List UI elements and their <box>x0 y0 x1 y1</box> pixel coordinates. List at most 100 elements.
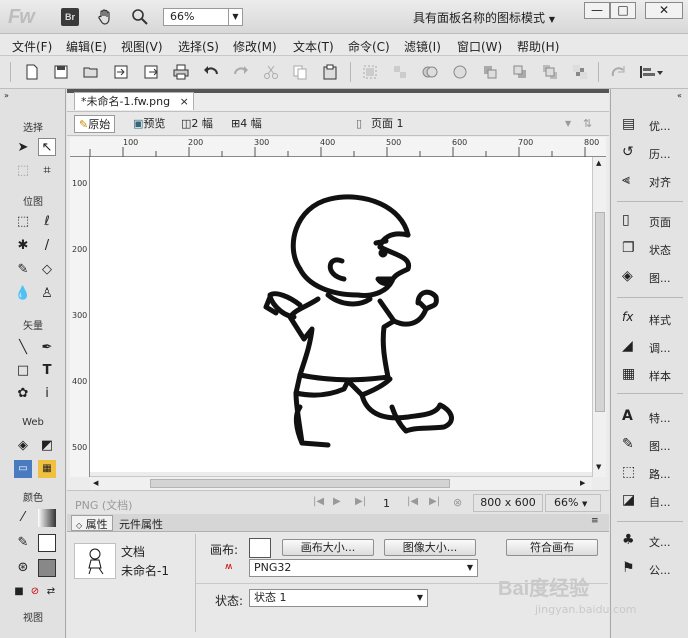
undo-icon[interactable] <box>203 64 219 80</box>
tab-properties[interactable]: ◇ 属性 <box>71 515 113 531</box>
stroke-color-icon[interactable]: ✎ <box>14 534 32 552</box>
panel-layers[interactable]: ◈ 图... <box>611 265 688 289</box>
hide-slices-icon[interactable]: ▭ <box>14 460 32 478</box>
workspace-switcher[interactable]: 具有面板名称的图标模式 ▼ <box>413 9 555 26</box>
scale-tool-icon[interactable]: ⬚ <box>14 162 32 180</box>
panel-path[interactable]: ⬚ 路... <box>611 461 688 485</box>
zoom-select[interactable]: 66% ▼ <box>163 8 243 26</box>
stroke-color-swatch[interactable] <box>38 534 56 552</box>
panel-common-library[interactable]: ⚑ 公... <box>611 557 688 581</box>
tab-close-icon[interactable]: × <box>180 95 189 108</box>
fill-color-swatch[interactable] <box>38 559 56 577</box>
play-icon[interactable]: ▶ <box>333 496 341 507</box>
menu-file[interactable]: 文件(F) <box>12 38 52 55</box>
canvas-color-swatch[interactable] <box>249 538 271 558</box>
print-icon[interactable] <box>173 64 189 80</box>
panel-optimize[interactable]: ▤ 优... <box>611 113 688 137</box>
paste-icon[interactable] <box>322 64 338 80</box>
scroll-right-icon[interactable]: ▶ <box>580 479 585 487</box>
menu-help[interactable]: 帮助(H) <box>517 38 559 55</box>
horizontal-scroll-thumb[interactable] <box>150 479 450 488</box>
freeform-tool-icon[interactable]: ✿ <box>14 385 32 403</box>
page-select[interactable]: 页面 1 <box>367 115 408 133</box>
minimize-button[interactable]: — <box>584 2 610 19</box>
send-backward-icon[interactable] <box>512 64 528 80</box>
panel-pages[interactable]: ▯ 页面 <box>611 209 688 233</box>
panel-image-edit[interactable]: ✎ 图... <box>611 433 688 457</box>
first-frame-icon[interactable]: |◀ <box>313 496 324 507</box>
bridge-button[interactable]: Br <box>61 8 79 26</box>
menu-modify[interactable]: 修改(M) <box>233 38 277 55</box>
send-back-icon[interactable] <box>572 64 588 80</box>
pointer-tool-icon[interactable]: ➤ <box>14 139 32 157</box>
stop-icon[interactable]: ⊗ <box>453 496 462 509</box>
canvas-size-button[interactable]: 画布大小... <box>282 539 374 556</box>
view-2up-button[interactable]: ◫2 幅 <box>177 115 217 133</box>
knife-tool-icon[interactable]: ⅰ <box>38 385 56 403</box>
menu-edit[interactable]: 编辑(E) <box>66 38 107 55</box>
expand-icon[interactable]: « <box>677 91 682 100</box>
fit-canvas-button[interactable]: 符合画布 <box>506 539 598 556</box>
scroll-up-icon[interactable]: ▲ <box>596 159 601 167</box>
menu-filters[interactable]: 滤镜(I) <box>404 38 441 55</box>
vertical-scrollbar[interactable]: ▲ ▼ <box>592 157 606 477</box>
last-frame-icon[interactable]: ▶| <box>355 496 366 507</box>
lasso-tool-icon[interactable]: ℓ <box>38 213 56 231</box>
export-icon[interactable] <box>143 64 159 80</box>
eraser-tool-icon[interactable]: ◇ <box>38 261 56 279</box>
rubber-stamp-tool-icon[interactable]: ♙ <box>38 285 56 303</box>
scroll-down-icon[interactable]: ▼ <box>596 463 601 471</box>
canvas[interactable] <box>90 157 592 472</box>
slice-tool-icon[interactable]: ◩ <box>38 437 56 455</box>
blur-tool-icon[interactable]: 💧 <box>14 285 32 303</box>
panel-auto-shape[interactable]: ◪ 自... <box>611 489 688 513</box>
panel-swatches[interactable]: ▦ 样本 <box>611 363 688 387</box>
panel-menu-icon[interactable]: ≡ <box>587 516 603 526</box>
page-options-icon[interactable]: ⇅ <box>579 115 596 133</box>
open-folder-icon[interactable] <box>83 64 99 80</box>
subselect-tool-icon[interactable]: ↖ <box>38 138 56 156</box>
save-icon[interactable] <box>53 64 69 80</box>
copy-icon[interactable] <box>292 64 308 80</box>
panel-styles[interactable]: fx 样式 <box>611 307 688 331</box>
next-frame-icon[interactable]: ▶| <box>429 496 440 507</box>
text-tool-icon[interactable]: T <box>38 362 56 380</box>
marquee-tool-icon[interactable]: ⬚ <box>14 213 32 231</box>
swap-colors-icon[interactable]: ⇄ <box>42 583 60 601</box>
show-slices-icon[interactable]: ▦ <box>38 460 56 478</box>
panel-history[interactable]: ↺ 历... <box>611 141 688 165</box>
split-icon[interactable] <box>452 64 468 80</box>
chevron-down-icon[interactable]: ▼ <box>561 115 575 133</box>
panel-adjust[interactable]: ◢ 调... <box>611 335 688 359</box>
line-tool-icon[interactable]: ╲ <box>14 339 32 357</box>
menu-view[interactable]: 视图(V) <box>121 38 163 55</box>
state-select[interactable]: 状态 1 ▼ <box>249 589 428 607</box>
align-menu-icon[interactable] <box>638 64 664 80</box>
brush-tool-icon[interactable]: / <box>38 237 56 255</box>
status-zoom-select[interactable]: 66% ▼ <box>545 494 601 512</box>
pen-tool-icon[interactable]: ✒ <box>38 339 56 357</box>
new-file-icon[interactable] <box>24 64 40 80</box>
bring-forward-icon[interactable] <box>482 64 498 80</box>
panel-special-chars[interactable]: A 特... <box>611 405 688 429</box>
scroll-left-icon[interactable]: ◀ <box>93 479 98 487</box>
collapse-icon[interactable]: » <box>4 91 9 100</box>
zoom-icon[interactable] <box>131 8 149 26</box>
ungroup-icon[interactable] <box>392 64 408 80</box>
panel-states[interactable]: ❐ 状态 <box>611 237 688 261</box>
horizontal-scrollbar[interactable]: ◀ ▶ <box>90 476 592 490</box>
crop-tool-icon[interactable]: ⌗ <box>38 162 56 180</box>
maximize-button[interactable]: □ <box>610 2 636 19</box>
eyedropper-tool-icon[interactable]: ⁄ <box>14 509 32 527</box>
close-button[interactable]: ✕ <box>645 2 683 19</box>
view-4up-button[interactable]: ⊞4 幅 <box>227 115 266 133</box>
fill-color-icon[interactable]: ⊛ <box>14 559 32 577</box>
rectangle-tool-icon[interactable]: □ <box>14 362 32 380</box>
magic-wand-tool-icon[interactable]: ✱ <box>14 237 32 255</box>
view-preview-button[interactable]: ▣预览 <box>129 115 169 133</box>
panel-document-library[interactable]: ♣ 文... <box>611 529 688 553</box>
cut-icon[interactable] <box>263 64 279 80</box>
menu-commands[interactable]: 命令(C) <box>348 38 390 55</box>
vertical-scroll-thumb[interactable] <box>595 212 605 412</box>
paint-bucket-tool-icon[interactable] <box>38 509 56 527</box>
